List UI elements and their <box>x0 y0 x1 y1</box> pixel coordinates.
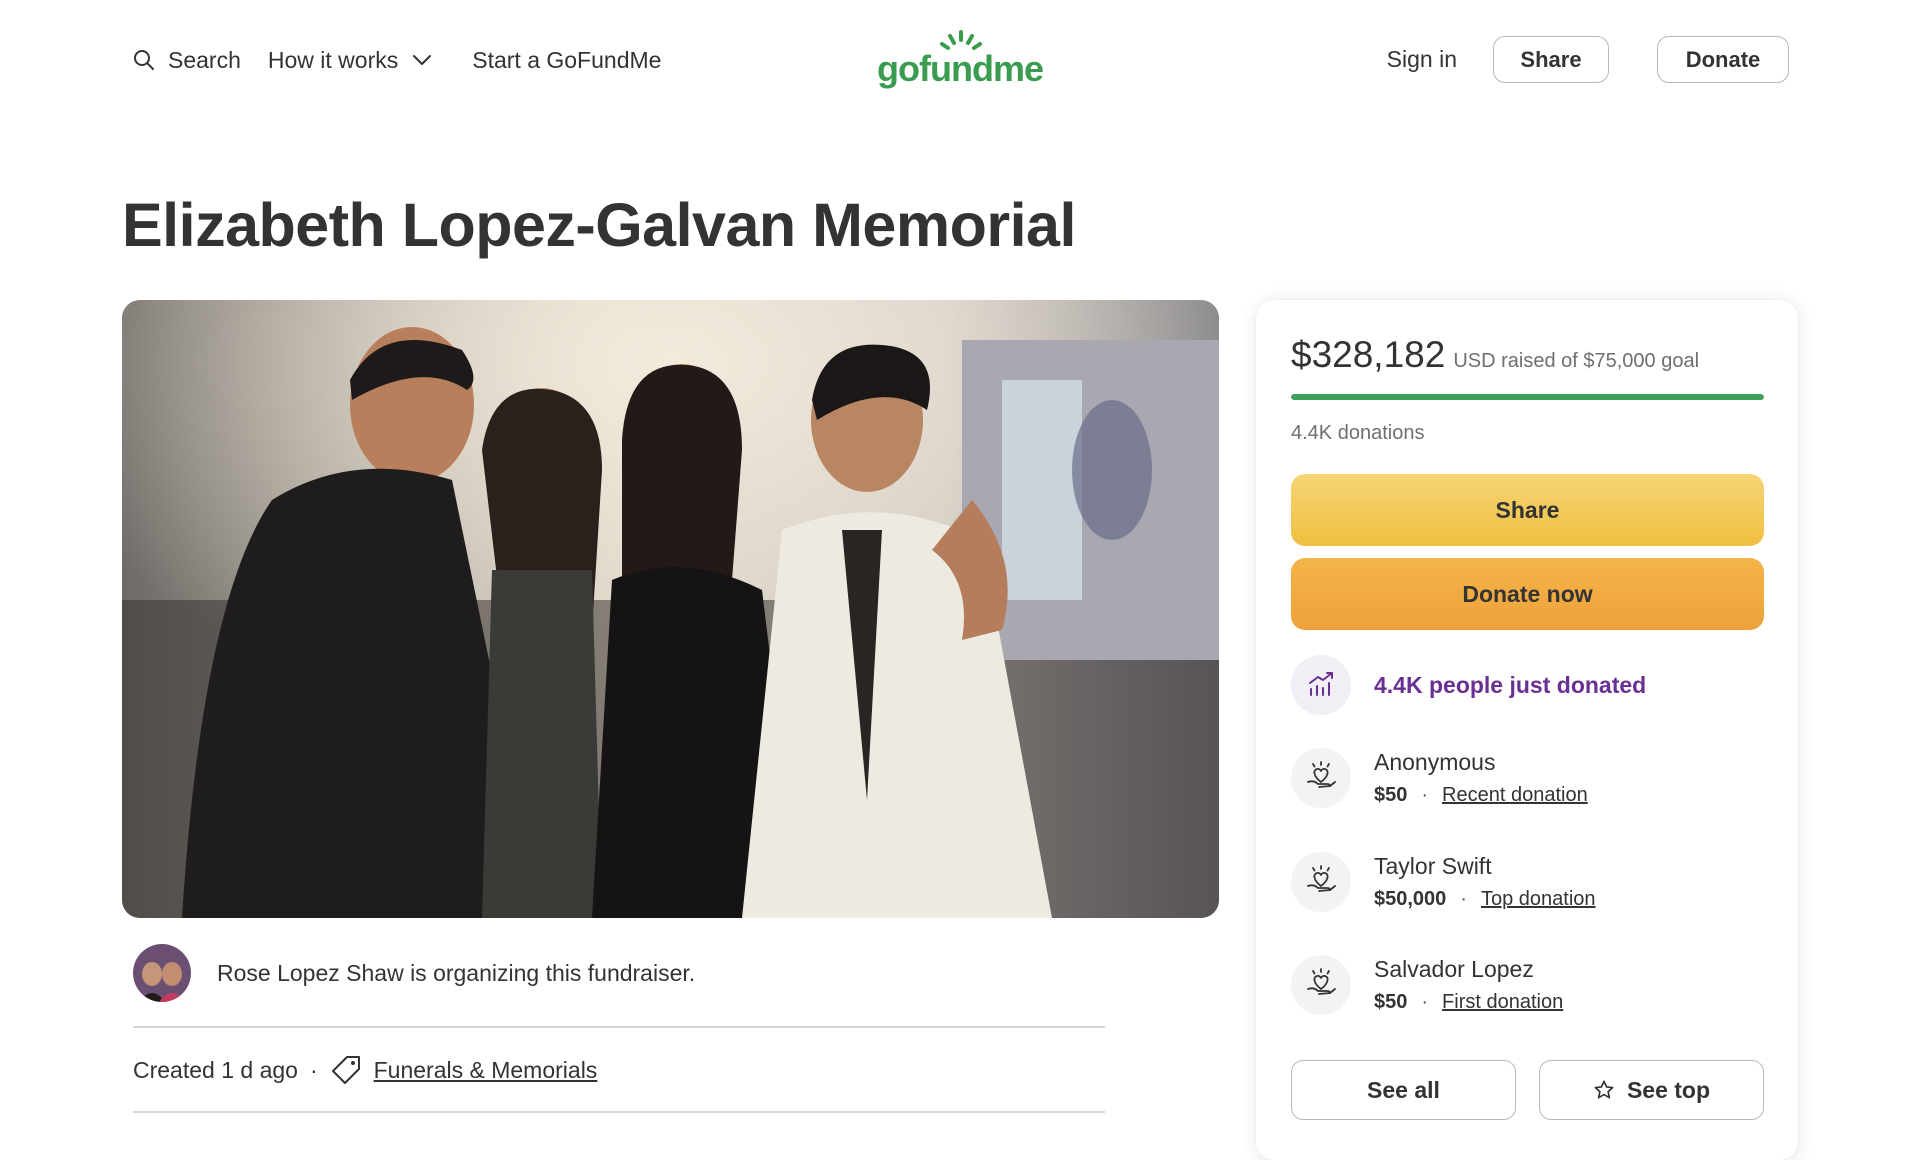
chevron-down-icon <box>412 54 432 66</box>
start-gofundme-label: Start a GoFundMe <box>472 46 662 73</box>
donor-separator: · <box>1421 991 1429 1013</box>
gofundme-logo[interactable]: gofundme <box>877 30 1044 90</box>
raised-amount: $328,182 <box>1291 334 1446 375</box>
heart-hand-icon <box>1291 852 1351 912</box>
donor-meta: $50 · First donation <box>1374 991 1563 1014</box>
donor-info: Anonymous $50 · Recent donation <box>1374 749 1588 807</box>
donor-meta: $50,000 · Top donation <box>1374 888 1596 911</box>
donor-badge-link[interactable]: First donation <box>1442 991 1563 1014</box>
see-top-label: See top <box>1626 1076 1711 1103</box>
organizer-text: Rose Lopez Shaw is organizing this fundr… <box>217 959 696 986</box>
donor-badge-link[interactable]: Top donation <box>1481 888 1596 911</box>
donor-separator: · <box>1421 784 1429 806</box>
category-link[interactable]: Funerals & Memorials <box>374 1057 598 1084</box>
donor-separator: · <box>1460 888 1467 910</box>
header-donate-button[interactable]: Donate <box>1657 36 1789 83</box>
sign-in-link[interactable]: Sign in <box>1387 46 1457 73</box>
meta-row: Created 1 d ago · Funerals & Memorials <box>133 1054 597 1086</box>
hero-photo <box>122 300 1219 918</box>
see-all-label: See all <box>1367 1076 1440 1103</box>
meta-separator: · <box>309 1056 318 1083</box>
search-icon <box>132 48 156 72</box>
donate-now-button[interactable]: Donate now <box>1291 558 1764 630</box>
created-text: Created 1 d ago <box>133 1056 298 1083</box>
progress-bar <box>1291 394 1764 400</box>
search-link[interactable]: Search <box>132 47 241 74</box>
donor-badge-link[interactable]: Recent donation <box>1442 784 1588 807</box>
trend-row: 4.4K people just donated <box>1291 655 1646 715</box>
donor-info: Salvador Lopez $50 · First donation <box>1374 956 1563 1014</box>
donor-item: Salvador Lopez $50 · First donation <box>1291 955 1563 1015</box>
start-gofundme-link[interactable]: Start a GoFundMe <box>472 47 661 74</box>
site-header: Search How it works Start a GoFundMe gof… <box>0 0 1920 120</box>
see-all-button[interactable]: See all <box>1291 1060 1516 1120</box>
donor-name: Anonymous <box>1374 749 1496 775</box>
organizer-avatar[interactable] <box>133 944 191 1002</box>
nav-left: Search How it works Start a GoFundMe <box>132 42 661 78</box>
how-it-works-menu[interactable]: How it works <box>268 47 432 74</box>
how-it-works-label: How it works <box>267 46 399 73</box>
organizer-row: Rose Lopez Shaw is organizing this fundr… <box>133 944 695 1002</box>
heart-hand-icon <box>1291 748 1351 808</box>
donor-meta: $50 · Recent donation <box>1374 784 1588 807</box>
tag-icon <box>330 1054 362 1086</box>
donor-item: Anonymous $50 · Recent donation <box>1291 748 1588 808</box>
heart-hand-icon <box>1291 955 1351 1015</box>
search-label: Search <box>168 46 241 73</box>
logo-text: gofundme <box>877 48 1044 89</box>
donor-info: Taylor Swift $50,000 · Top donation <box>1374 853 1596 911</box>
trending-up-icon <box>1291 655 1351 715</box>
donations-count: 4.4K donations <box>1291 422 1425 444</box>
raised-summary: $328,182 USD raised of $75,000 goal <box>1291 334 1699 376</box>
donor-amount: $50,000 <box>1374 888 1447 910</box>
progress-fill <box>1291 394 1764 400</box>
donor-name: Salvador Lopez <box>1374 956 1534 982</box>
trend-text: 4.4K people just donated <box>1374 671 1647 698</box>
star-icon <box>1593 1079 1615 1101</box>
donation-card: $328,182 USD raised of $75,000 goal 4.4K… <box>1256 300 1798 1160</box>
donor-amount: $50 <box>1374 784 1408 806</box>
raised-label: USD raised of $75,000 goal <box>1453 350 1700 372</box>
header-share-button[interactable]: Share <box>1493 36 1609 83</box>
see-top-button[interactable]: See top <box>1539 1060 1764 1120</box>
share-button[interactable]: Share <box>1291 474 1764 546</box>
nav-right: Sign in Share Donate <box>1387 36 1789 83</box>
donor-name: Taylor Swift <box>1374 853 1492 879</box>
donor-amount: $50 <box>1374 991 1408 1013</box>
donor-item: Taylor Swift $50,000 · Top donation <box>1291 852 1596 912</box>
divider <box>133 1111 1105 1113</box>
divider <box>133 1026 1105 1028</box>
page-title: Elizabeth Lopez-Galvan Memorial <box>122 191 1076 259</box>
